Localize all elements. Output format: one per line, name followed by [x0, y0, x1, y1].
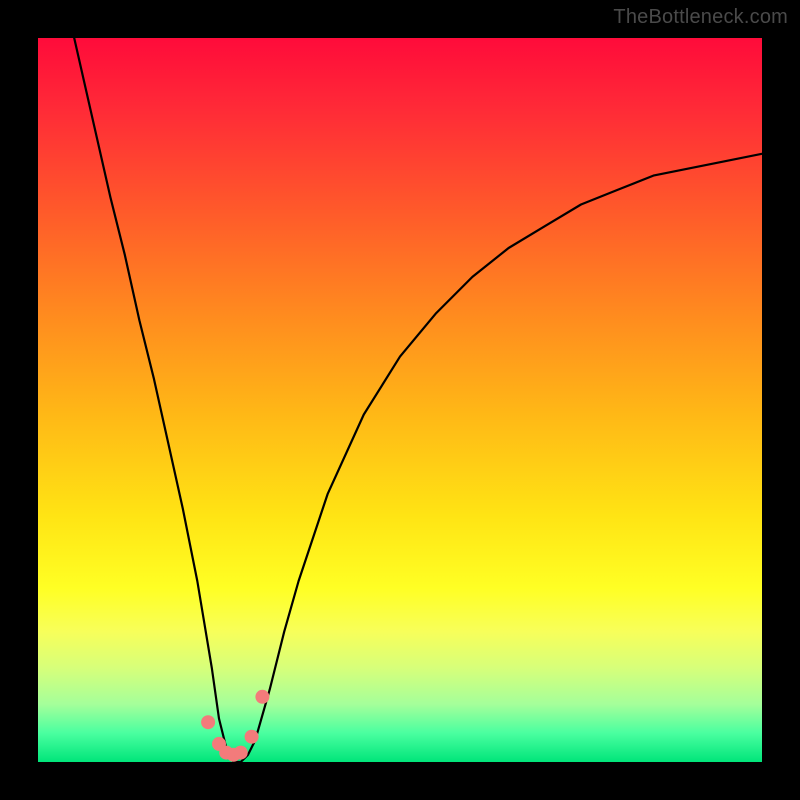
chart-frame: TheBottleneck.com	[0, 0, 800, 800]
attribution-text: TheBottleneck.com	[613, 6, 788, 29]
data-marker	[201, 715, 215, 729]
data-marker	[245, 730, 259, 744]
bottleneck-curve	[74, 38, 762, 762]
data-marker	[234, 746, 248, 760]
plot-area	[38, 38, 762, 762]
data-marker	[255, 690, 269, 704]
curve-layer	[38, 38, 762, 762]
